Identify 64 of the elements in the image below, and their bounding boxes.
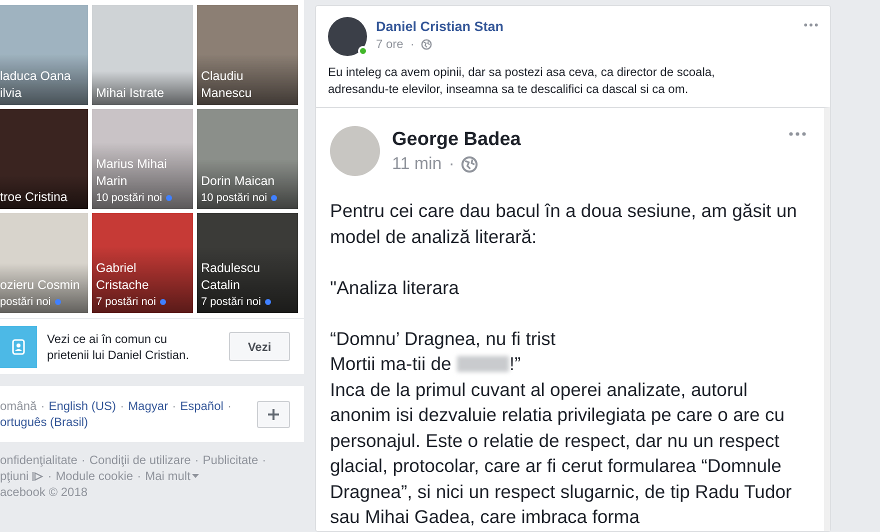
language-link[interactable]: English (US) <box>48 398 116 414</box>
separator: · <box>410 36 414 53</box>
language-link[interactable]: Español <box>180 398 224 414</box>
post-text: Eu inteleg ca avem opinii, dar sa postezi asa ceva, ca director de scoala, adresandu-te elevilor, inseamna sa te descalifici ca dascal si ca om. <box>328 64 716 98</box>
friend-name: Mihai Istrate <box>96 85 166 102</box>
post-paragraph: "Analiza literara <box>330 276 460 300</box>
separator: · <box>262 453 266 467</box>
post-time: 11 min <box>392 153 442 175</box>
new-posts-count: 10 postări noi <box>201 191 268 206</box>
friend-tile[interactable]: Claudiu Manescu <box>197 5 298 105</box>
friend-name: Dorin Maican <box>201 173 276 190</box>
new-posts-count: 10 postări noi <box>96 191 162 206</box>
blurred-word <box>457 356 510 372</box>
language-link[interactable]: Magyar <box>128 398 168 414</box>
post-line: Mortii ma-tii de <box>330 352 452 376</box>
friend-name: troe Cristina <box>0 189 68 206</box>
friend-name: laduca Oana <box>0 68 72 85</box>
post-paragraph: Inca de la primul cuvant al operei analizate, autorul anonim isi dezvaluie relatia privilegiata pe care o are cu personajul. Este o relatie de respect, dar nu un respect glacial, protocolar, care ar fi cerut formularea “Domnule Dragnea”, si nici un respect slugarnic, de tip Radu Tudor sau Mihai Gadea, care imbraca forma <box>330 378 793 529</box>
friend-tile[interactable]: Gabriel Cristache 7 postări noi <box>92 213 193 313</box>
avatar[interactable] <box>328 17 367 56</box>
new-posts-count: 7 postări noi <box>96 295 156 310</box>
separator: · <box>48 469 52 483</box>
new-posts-count: postări noi <box>0 295 51 310</box>
separator: · <box>120 398 124 414</box>
friend-tile[interactable]: troe Cristina <box>0 109 88 209</box>
friend-tile[interactable]: ozieru Cosmin postări noi <box>0 213 88 313</box>
globe-icon <box>461 156 478 172</box>
friend-name: ilvia <box>0 85 23 102</box>
friend-name: Cristache <box>96 277 150 294</box>
view-button[interactable]: Vezi <box>229 332 290 361</box>
post-line: !” <box>509 352 521 376</box>
separator: · <box>227 398 232 414</box>
globe-icon <box>421 39 432 50</box>
post-paragraph: Pentru cei care dau bacul în a doua sesiune, am găsit un model de analiză literară: <box>330 199 798 248</box>
add-language-button[interactable] <box>257 400 290 428</box>
friend-name: Radulescu <box>201 260 262 277</box>
separator: · <box>81 453 86 467</box>
separator: · <box>40 398 45 414</box>
friend-tile[interactable]: Radulescu Catalin 7 postări noi <box>197 213 298 313</box>
more-options-icon[interactable] <box>804 23 818 27</box>
author-name[interactable]: George Badea <box>392 128 521 152</box>
friend-tile[interactable]: Marius Mihai Marin 10 postări noi <box>92 109 193 209</box>
mutual-friends-text: Vezi ce ai în comun cu prietenii lui Daniel Cristian. <box>47 330 190 362</box>
friend-tile[interactable]: laduca Oana ilvia <box>0 5 88 105</box>
separator: · <box>137 469 142 483</box>
more-options-icon[interactable] <box>789 132 806 136</box>
friend-name: Manescu <box>201 85 253 102</box>
friend-name: Gabriel <box>96 260 138 277</box>
author-name[interactable]: Daniel Cristian Stan <box>376 18 504 36</box>
friend-tile[interactable]: Mihai Istrate <box>92 5 193 105</box>
post-paragraph: “Domnu’ Dragnea, nu fi trist <box>330 326 557 351</box>
plus-icon <box>267 408 280 420</box>
friend-name: Catalin <box>201 277 241 294</box>
language-link[interactable]: ortuguês (Brasil) <box>0 414 88 430</box>
friend-tile[interactable]: Dorin Maican 10 postări noi <box>197 109 298 209</box>
separator: · <box>448 153 454 175</box>
separator: · <box>194 453 199 467</box>
friend-name: Marius Mihai <box>96 156 168 173</box>
separator: · <box>172 398 176 414</box>
friend-name: Marin <box>96 173 128 190</box>
friend-name: ozieru Cosmin <box>0 277 81 294</box>
new-posts-count: 7 postări noi <box>201 295 261 310</box>
friend-name: Claudiu <box>201 68 244 85</box>
copyright: acebook © 2018 <box>0 484 89 500</box>
